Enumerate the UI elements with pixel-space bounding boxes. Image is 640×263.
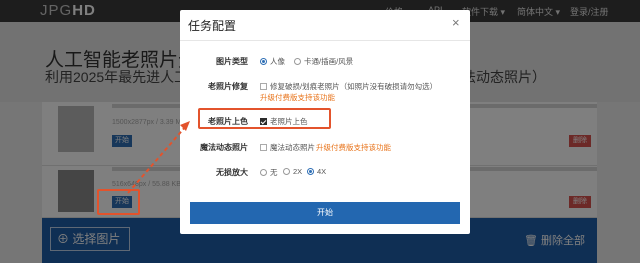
annotation-arrow [127,121,190,194]
